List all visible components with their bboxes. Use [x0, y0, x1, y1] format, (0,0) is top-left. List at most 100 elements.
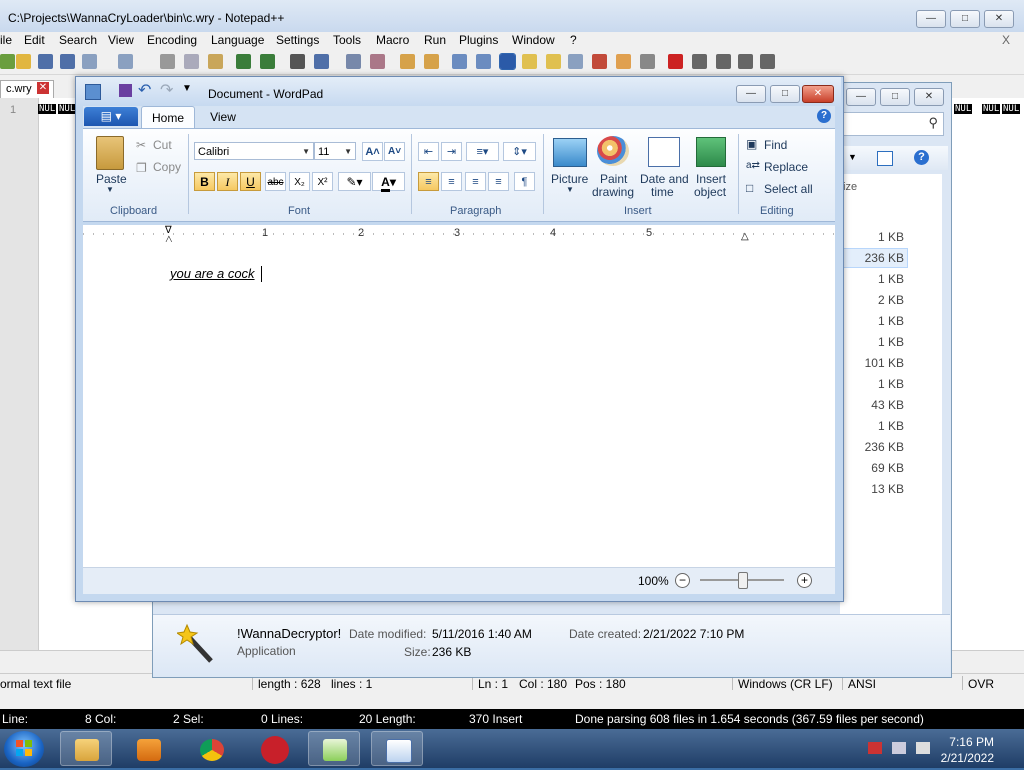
increase-indent-icon[interactable]: ⇥ [441, 142, 462, 161]
font-size-select[interactable]: 11 ▼ [314, 142, 356, 160]
insert-object-label-2[interactable]: object [694, 185, 726, 199]
taskbar-wordpad[interactable] [371, 731, 423, 766]
chevron-down-icon[interactable]: ▼ [848, 152, 857, 162]
menu-encoding[interactable]: Encoding [147, 33, 197, 47]
italic-button[interactable]: I [217, 172, 238, 191]
wordpad-minimize-button[interactable]: — [736, 85, 766, 103]
undo-icon[interactable] [236, 54, 251, 69]
menu-view[interactable]: View [108, 33, 134, 47]
udl-icon[interactable] [522, 54, 537, 69]
save-icon[interactable] [119, 84, 132, 97]
strikethrough-button[interactable]: abc [265, 172, 286, 191]
start-button[interactable] [4, 731, 44, 767]
open-icon[interactable] [16, 54, 31, 69]
paint-icon[interactable] [597, 136, 629, 166]
select-all-button[interactable]: Select all [764, 182, 813, 196]
copy-icon[interactable]: ❐ [136, 161, 147, 175]
zoom-out-button[interactable]: − [675, 573, 690, 588]
zoom-in-button[interactable]: + [797, 573, 812, 588]
replace-icon[interactable]: a⇄ [746, 160, 760, 171]
paint-label-1[interactable]: Paint [600, 172, 627, 186]
align-center-icon[interactable]: ≡ [441, 172, 462, 191]
cut-icon[interactable]: ✂ [136, 138, 146, 152]
menu-tools[interactable]: Tools [333, 33, 361, 47]
line-spacing-icon[interactable]: ⇕▾ [503, 142, 536, 161]
insert-object-label-1[interactable]: Insert [696, 172, 726, 186]
application-menu-button[interactable]: ▤ ▾ [84, 107, 138, 126]
taskbar-media-player[interactable] [122, 731, 174, 766]
taskbar-notepadpp[interactable] [308, 731, 360, 766]
align-left-icon[interactable]: ≡ [418, 172, 439, 191]
network-icon[interactable] [892, 742, 906, 754]
show-all-chars-icon[interactable] [476, 54, 491, 69]
text-color-button[interactable]: A▾ [372, 172, 405, 192]
run-macro-multiple-icon[interactable] [738, 54, 753, 69]
explorer-minimize-button[interactable]: — [846, 88, 876, 106]
help-icon[interactable]: ? [914, 150, 929, 165]
menu-settings[interactable]: Settings [276, 33, 319, 47]
doc-map-icon[interactable] [546, 54, 561, 69]
new-icon[interactable] [0, 54, 15, 69]
print-icon[interactable] [118, 54, 133, 69]
save-all-icon[interactable] [60, 54, 75, 69]
paragraph-dialog-icon[interactable]: ¶ [514, 172, 535, 191]
clock-date[interactable]: 2/21/2022 [941, 751, 994, 765]
size-column-header[interactable]: ize [843, 181, 857, 193]
menu-close-doc[interactable]: X [1002, 33, 1010, 47]
taskbar-explorer[interactable] [60, 731, 112, 766]
picture-button[interactable]: Picture [551, 172, 588, 186]
minimize-button[interactable]: — [916, 10, 946, 28]
paint-label-2[interactable]: drawing [592, 185, 634, 199]
wordpad-close-button[interactable]: ✕ [802, 85, 834, 103]
tab-view[interactable]: View [200, 106, 246, 128]
wordpad-app-icon[interactable] [85, 84, 101, 100]
menu-file[interactable]: ile [0, 33, 12, 47]
select-all-icon[interactable]: □ [746, 181, 753, 195]
paste-icon[interactable] [96, 136, 124, 170]
document-area[interactable] [83, 242, 835, 567]
decrease-indent-icon[interactable]: ⇤ [418, 142, 439, 161]
clock-time[interactable]: 7:16 PM [949, 735, 994, 749]
redo-icon[interactable] [260, 54, 275, 69]
sync-h-icon[interactable] [424, 54, 439, 69]
zoom-out-icon[interactable] [370, 54, 385, 69]
sync-v-icon[interactable] [400, 54, 415, 69]
monitoring-icon[interactable] [640, 54, 655, 69]
cut-button[interactable]: Cut [153, 138, 172, 152]
copy-button[interactable]: Copy [153, 160, 181, 174]
align-right-icon[interactable]: ≡ [465, 172, 486, 191]
shrink-font-button[interactable]: A˅ [384, 142, 405, 161]
menu-search[interactable]: Search [59, 33, 97, 47]
paste-label[interactable]: Paste [96, 172, 127, 186]
record-macro-icon[interactable] [668, 54, 683, 69]
customize-qat-icon[interactable]: ▼ [182, 83, 192, 94]
calendar-icon[interactable] [648, 137, 680, 167]
insert-object-icon[interactable] [696, 137, 726, 167]
subscript-button[interactable]: X₂ [289, 172, 310, 191]
volume-icon[interactable] [916, 742, 930, 754]
doc-list-icon[interactable] [568, 54, 583, 69]
action-center-icon[interactable] [868, 742, 882, 754]
cut-icon[interactable] [160, 54, 175, 69]
paste-dropdown-icon[interactable]: ▼ [106, 185, 114, 194]
highlight-color-button[interactable]: ✎▾ [338, 172, 371, 191]
explorer-maximize-button[interactable]: □ [880, 88, 910, 106]
document-text[interactable]: you are a cock [170, 266, 255, 281]
right-indent-marker[interactable]: △ [741, 231, 749, 242]
find-icon[interactable] [290, 54, 305, 69]
find-button[interactable]: Find [764, 138, 787, 152]
grow-font-button[interactable]: A˄ [362, 142, 383, 161]
close-button[interactable]: ✕ [984, 10, 1014, 28]
redo-icon[interactable]: ↷ [160, 80, 173, 100]
picture-icon[interactable] [553, 138, 587, 167]
zoom-level[interactable]: 100% [638, 574, 669, 588]
save-macro-icon[interactable] [760, 54, 775, 69]
explorer-close-button[interactable]: ✕ [914, 88, 944, 106]
bold-button[interactable]: B [194, 172, 215, 191]
save-icon[interactable] [38, 54, 53, 69]
copy-icon[interactable] [184, 54, 199, 69]
menu-window[interactable]: Window [512, 33, 555, 47]
underline-button[interactable]: U [240, 172, 261, 191]
date-time-label-1[interactable]: Date and [640, 172, 689, 186]
menu-language[interactable]: Language [211, 33, 264, 47]
